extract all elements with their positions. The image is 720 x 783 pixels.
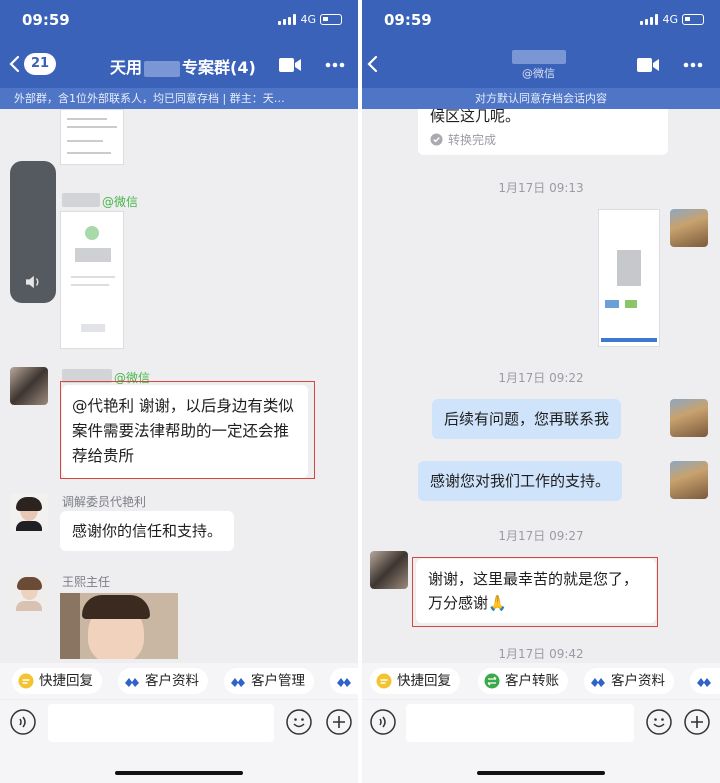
video-call-icon[interactable] bbox=[278, 56, 302, 74]
converted-check-icon bbox=[430, 133, 443, 146]
signal-icon bbox=[640, 14, 659, 25]
signal-icon bbox=[278, 14, 297, 25]
converted-label: 转换完成 bbox=[448, 133, 497, 147]
message-list[interactable]: 候区这几呢。 转换完成 1月17日 09:13 1月17日 09:22 后续有问… bbox=[362, 109, 720, 659]
back-icon[interactable] bbox=[366, 55, 380, 73]
status-indicators: 4G bbox=[278, 13, 342, 26]
more-icon[interactable] bbox=[683, 62, 703, 68]
followup-message[interactable]: 后续有问题，您再联系我 bbox=[432, 399, 622, 439]
highlight-box bbox=[60, 381, 315, 479]
plus-icon[interactable] bbox=[326, 709, 352, 735]
group-title: 天用 专案群(4) bbox=[110, 54, 256, 78]
my-avatar[interactable] bbox=[670, 399, 708, 437]
tool-icon bbox=[337, 678, 351, 687]
customer-transfer-chip[interactable]: 客户转账 bbox=[478, 668, 568, 694]
customer-profile-icon bbox=[591, 678, 605, 687]
highlight-box bbox=[412, 557, 658, 627]
chat-header: 09:59 4G @微信 bbox=[362, 0, 720, 88]
voice-input-icon[interactable] bbox=[370, 709, 396, 735]
quick-action-bar: 快捷回复 客户资料 客户管理 bbox=[0, 663, 358, 699]
speaker-icon[interactable] bbox=[24, 275, 42, 289]
video-call-icon[interactable] bbox=[636, 56, 660, 74]
timestamp: 1月17日 09:22 bbox=[498, 371, 584, 385]
transcript-text: 候区这几呢。 bbox=[430, 109, 521, 125]
chip-label: 客户管理 bbox=[251, 673, 305, 689]
plus-icon[interactable] bbox=[684, 709, 710, 735]
my-avatar[interactable] bbox=[670, 461, 708, 499]
chip-label: 快捷回复 bbox=[39, 673, 93, 689]
timestamp: 1月17日 09:27 bbox=[498, 529, 584, 543]
quick-reply-chip[interactable]: 快捷回复 bbox=[12, 668, 102, 694]
group-title-suffix: 专案群(4) bbox=[182, 58, 256, 77]
redacted-contact-name bbox=[512, 50, 566, 64]
director-name: 王熙主任 bbox=[62, 575, 111, 589]
back-icon[interactable] bbox=[8, 55, 22, 73]
customer-profile-icon bbox=[125, 678, 139, 687]
emoji-icon[interactable] bbox=[286, 709, 312, 735]
emoji-icon[interactable] bbox=[646, 709, 672, 735]
mediator-name: 调解委员代艳利 bbox=[62, 495, 147, 509]
floating-video-overlay[interactable] bbox=[10, 161, 56, 303]
my-avatar[interactable] bbox=[670, 209, 708, 247]
group-chat-screen: 09:59 4G 21 天用 专案群(4) 外部群，含1位外部联系人，均已同意存档… bbox=[0, 0, 358, 783]
status-time: 09:59 bbox=[22, 11, 70, 29]
mediator-reply-message[interactable]: 感谢你的信任和支持。 bbox=[60, 511, 235, 551]
redacted-name bbox=[144, 60, 181, 77]
home-indicator bbox=[477, 771, 605, 775]
voice-input-icon[interactable] bbox=[10, 709, 36, 735]
mediator-avatar[interactable] bbox=[10, 493, 48, 531]
document-image-message[interactable] bbox=[60, 109, 124, 165]
more-tools-chip[interactable] bbox=[330, 668, 358, 694]
customer-profile-chip[interactable]: 客户资料 bbox=[584, 668, 674, 694]
network-label: 4G bbox=[300, 13, 316, 26]
director-avatar[interactable] bbox=[10, 573, 48, 611]
network-label: 4G bbox=[662, 13, 678, 26]
quick-reply-icon bbox=[18, 673, 34, 689]
more-icon[interactable] bbox=[325, 62, 345, 68]
status-indicators: 4G bbox=[640, 13, 704, 26]
nav-row: 21 天用 专案群(4) bbox=[0, 46, 358, 82]
transfer-icon bbox=[484, 673, 500, 689]
battery-icon bbox=[682, 14, 704, 25]
chip-label: 快捷回复 bbox=[397, 673, 451, 689]
message-input[interactable] bbox=[406, 704, 634, 742]
nav-row: @微信 bbox=[362, 46, 720, 82]
quick-reply-icon bbox=[376, 673, 392, 689]
status-time: 09:59 bbox=[384, 11, 432, 29]
input-bar bbox=[0, 700, 358, 783]
timestamp: 1月17日 09:42 bbox=[498, 647, 584, 659]
client-avatar[interactable] bbox=[10, 367, 48, 405]
archive-consent-bar: 对方默认同意存档会话内容 bbox=[362, 88, 720, 109]
chat-header: 09:59 4G 21 天用 专案群(4) bbox=[0, 0, 358, 88]
sent-screenshot-message[interactable] bbox=[598, 209, 660, 347]
battery-icon bbox=[320, 14, 342, 25]
quick-reply-chip[interactable]: 快捷回复 bbox=[370, 668, 460, 694]
chip-label: 客户转账 bbox=[505, 673, 559, 689]
chip-label: 客户资料 bbox=[145, 673, 199, 689]
quick-action-bar: 快捷回复 客户转账 客户资料 bbox=[362, 663, 720, 699]
group-info-bar[interactable]: 外部群，含1位外部联系人，均已同意存档 | 群主：天… bbox=[0, 88, 358, 109]
thanks-support-message[interactable]: 感谢您对我们工作的支持。 bbox=[418, 461, 623, 501]
tool-icon bbox=[697, 678, 711, 687]
message-input[interactable] bbox=[48, 704, 274, 742]
chip-label: 客户资料 bbox=[611, 673, 665, 689]
photo-message[interactable] bbox=[60, 593, 178, 659]
redacted-sender bbox=[62, 193, 100, 207]
voice-transcript-card[interactable]: 候区这几呢。 转换完成 bbox=[418, 109, 668, 155]
client-avatar[interactable] bbox=[370, 551, 408, 589]
contact-wechat-tag: @微信 bbox=[522, 67, 555, 80]
timestamp: 1月17日 09:13 bbox=[498, 181, 584, 195]
more-tools-chip[interactable] bbox=[690, 668, 720, 694]
customer-management-icon bbox=[231, 678, 245, 687]
phone-screenshot-message[interactable] bbox=[60, 211, 124, 349]
sender-wechat-tag: @微信 bbox=[102, 195, 139, 209]
group-title-prefix: 天用 bbox=[110, 58, 143, 77]
input-bar bbox=[362, 700, 720, 783]
private-chat-screen: 09:59 4G @微信 对方默认同意存档会话内容 候区这几呢。 转换完成 1月… bbox=[362, 0, 720, 783]
message-list[interactable]: @微信 @微信 @代艳利 谢谢，以后身边有类似案件需要法律帮助的一定还会推荐给贵… bbox=[0, 109, 358, 659]
unread-count-badge[interactable]: 21 bbox=[24, 53, 57, 75]
home-indicator bbox=[115, 771, 243, 775]
customer-management-chip[interactable]: 客户管理 bbox=[224, 668, 314, 694]
customer-profile-chip[interactable]: 客户资料 bbox=[118, 668, 208, 694]
